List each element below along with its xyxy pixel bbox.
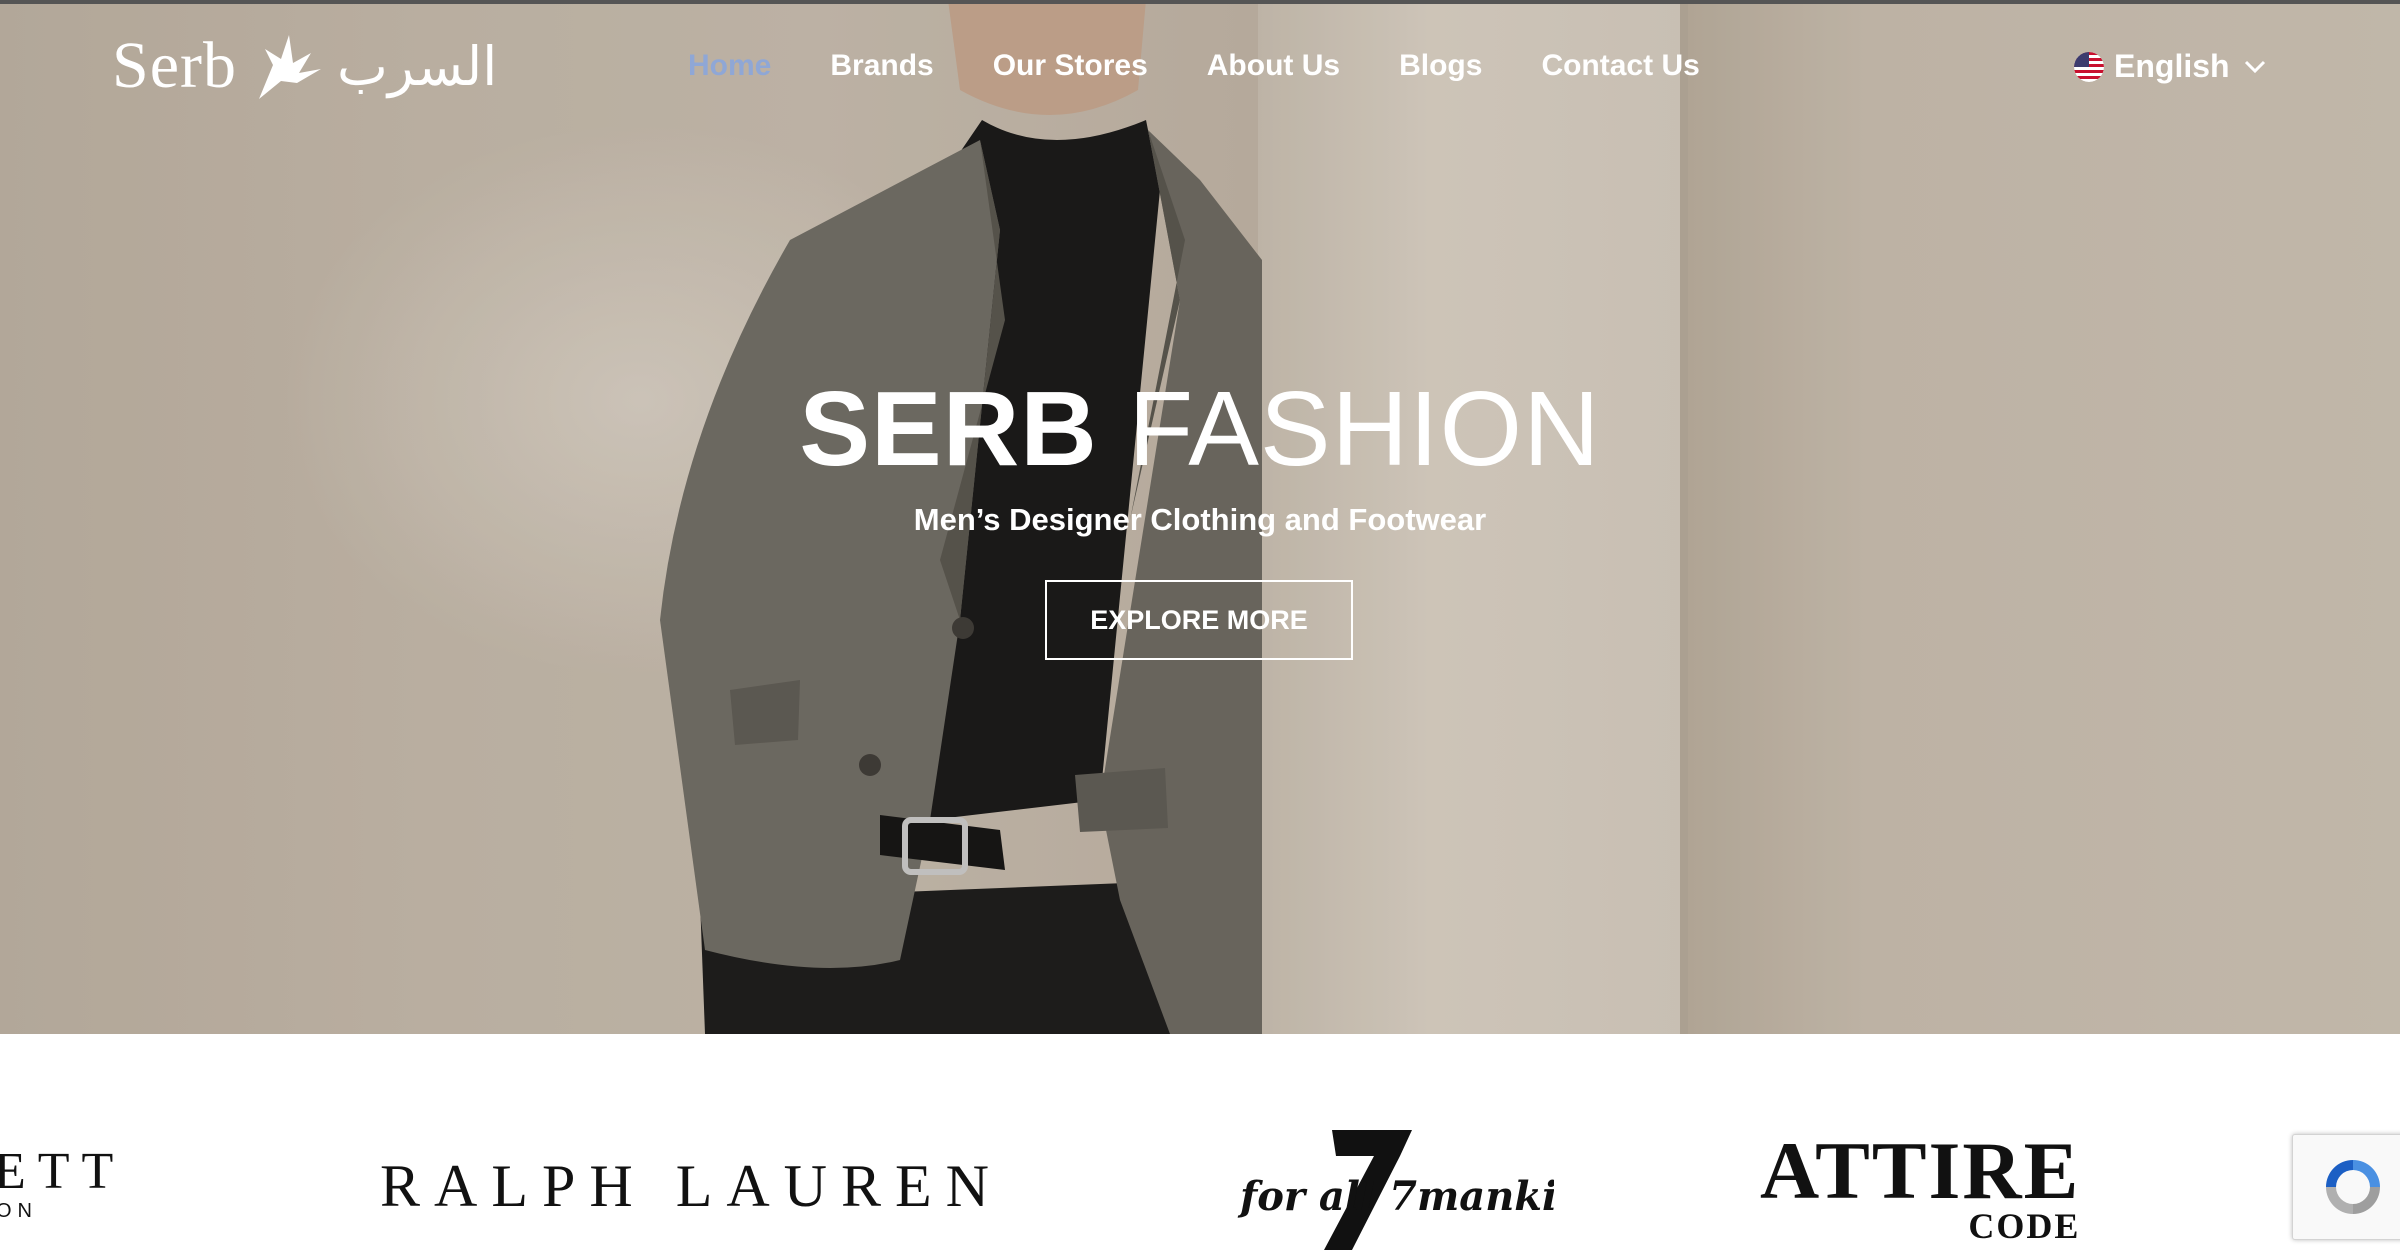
nav-item-brands[interactable]: Brands	[830, 44, 933, 88]
explore-more-button[interactable]: EXPLORE MORE	[1045, 580, 1353, 660]
hero-title-light: FASHION	[1128, 370, 1601, 488]
brands-strip: ETT ON RALPH LAUREN for all 7mankind ATT…	[0, 1034, 2400, 1260]
logo-text: Serb	[112, 29, 237, 102]
language-selector[interactable]: English	[2074, 48, 2266, 85]
nav-item-about-us[interactable]: About Us	[1207, 44, 1340, 88]
language-label: English	[2114, 48, 2230, 84]
main-nav: Home Brands Our Stores About Us Blogs Co…	[688, 44, 1700, 88]
site-logo[interactable]: Serb السرب	[112, 26, 497, 106]
nav-item-blogs[interactable]: Blogs	[1399, 44, 1482, 88]
chevron-down-icon	[2244, 60, 2265, 73]
hero-title-bold: SERB	[799, 370, 1098, 488]
nav-item-home[interactable]: Home	[688, 44, 771, 88]
brand-logo-partial-sub: ON	[0, 1200, 38, 1222]
recaptcha-badge[interactable]	[2292, 1134, 2400, 1240]
logo-arabic-text: السرب	[336, 34, 498, 98]
brand-logo-partial[interactable]: ETT	[0, 1142, 125, 1201]
nav-item-contact-us[interactable]: Contact Us	[1541, 44, 1699, 88]
top-border	[0, 0, 2400, 4]
brand-logo-attire-code[interactable]: ATTIRE CODE	[1760, 1125, 2081, 1245]
seven-fam-text: for all 7mankind	[1237, 1173, 1554, 1220]
recaptcha-icon	[2326, 1160, 2380, 1214]
hero-title: SERB FASHION	[0, 370, 2400, 488]
nav-item-our-stores[interactable]: Our Stores	[993, 44, 1148, 88]
us-flag-icon	[2074, 51, 2104, 82]
brand-logo-7-for-all-mankind[interactable]: for all 7mankind	[1234, 1126, 1614, 1260]
hero-subtitle: Men’s Designer Clothing and Footwear	[913, 502, 1487, 537]
bird-logo-icon	[258, 35, 321, 99]
brand-logo-ralph-lauren[interactable]: RALPH LAUREN	[380, 1152, 1003, 1221]
seven-for-all-mankind-mark: for all 7mankind	[1237, 1130, 1614, 1250]
attire-main-text: ATTIRE	[1760, 1125, 2081, 1216]
hero-banner: SERB FASHION Men’s Designer Clothing and…	[0, 0, 2400, 1034]
